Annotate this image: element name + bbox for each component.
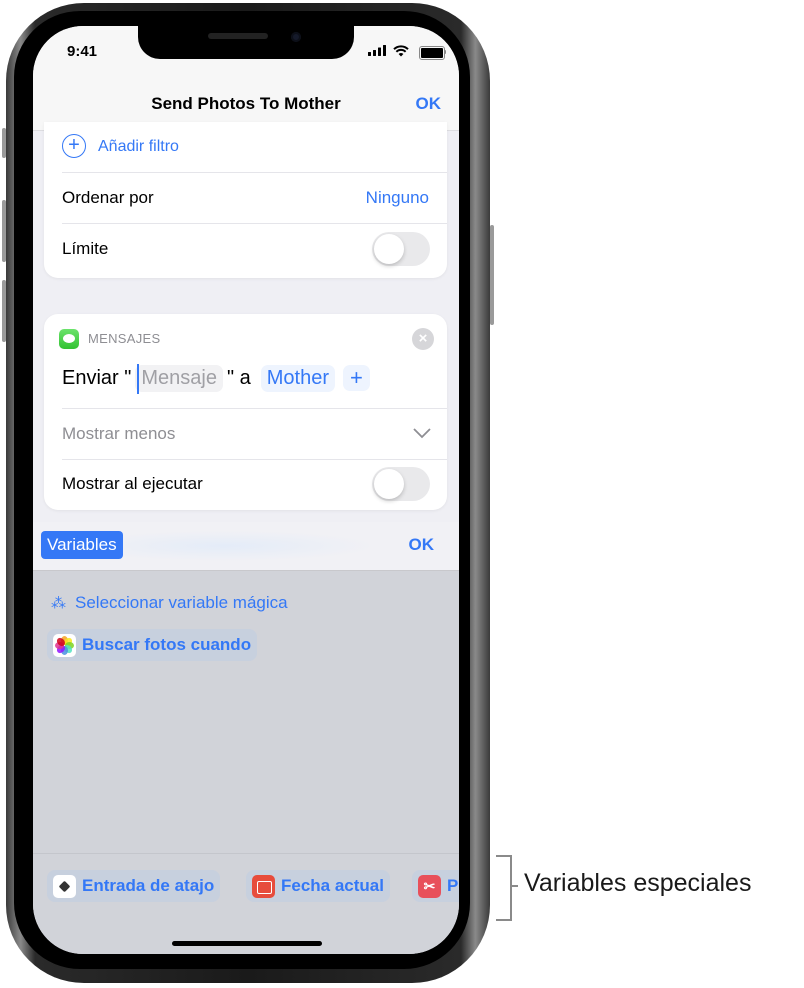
remove-action-button[interactable]: × [412, 328, 434, 350]
toggle-knob [374, 234, 404, 264]
limit-row: Límite [62, 224, 447, 274]
home-indicator [172, 941, 322, 946]
done-button[interactable]: OK [416, 94, 442, 114]
volume-up-button [2, 200, 6, 262]
message-field[interactable]: Mensaje [135, 363, 223, 394]
sort-by-label: Ordenar por [62, 188, 154, 207]
special-variable-label: Entrada de atajo [82, 876, 215, 895]
action-app-label: MENSAJES [88, 331, 161, 346]
cellular-signal-icon [368, 45, 386, 56]
send-message-card: MENSAJES × Enviar " Mensaje " a Mother +… [44, 314, 447, 510]
variables-panel: ⁂ Seleccionar variable mágica Buscar fot… [33, 571, 459, 954]
front-camera [291, 32, 301, 42]
speaker [208, 33, 268, 39]
suggested-variable-pill[interactable]: Buscar fotos cuando [47, 629, 258, 661]
calendar-icon [252, 874, 275, 898]
add-recipient-button[interactable]: + [343, 365, 370, 391]
add-filter-label: Añadir filtro [98, 138, 179, 155]
sort-by-value[interactable]: Ninguno [366, 188, 429, 208]
toggle-knob [374, 469, 404, 499]
text-cursor [137, 363, 140, 394]
magic-variable-label: Seleccionar variable mágica [75, 593, 288, 612]
variables-toolbar: Variables OK [33, 522, 459, 571]
special-variable-pill[interactable]: Entrada de atajo [47, 870, 221, 902]
scissors-icon: ✂ [418, 874, 441, 898]
panel-divider [33, 853, 459, 854]
sort-by-row[interactable]: Ordenar por Ninguno [62, 173, 447, 224]
limit-label: Límite [62, 239, 109, 258]
variables-button[interactable]: Variables [41, 531, 123, 559]
power-button [490, 225, 494, 325]
find-photos-card: + Añadir filtro Ordenar por Ninguno Lími… [44, 122, 447, 278]
recipient-token[interactable]: Mother [260, 364, 335, 392]
callout-bracket-tick [510, 885, 518, 887]
status-time: 9:41 [67, 43, 98, 60]
show-when-run-label: Mostrar al ejecutar [62, 474, 203, 493]
callout-label: Variables especiales [524, 869, 752, 897]
toolbar-ok-button[interactable]: OK [409, 535, 435, 555]
add-filter-row[interactable]: + Añadir filtro [62, 122, 447, 173]
suggested-variable-label: Buscar fotos cuando [82, 635, 252, 654]
photos-app-icon [53, 633, 76, 657]
message-placeholder: Mensaje [141, 366, 217, 389]
callout-bracket [496, 855, 512, 921]
phone-screen: 9:41 Send Photos To Mother OK + Añadir f… [33, 26, 459, 954]
special-variable-pill[interactable]: Fecha actual [246, 870, 390, 902]
magic-wand-icon: ⁂ [51, 595, 66, 612]
battery-icon [419, 46, 445, 60]
mute-switch [2, 128, 6, 158]
show-when-run-toggle[interactable] [372, 467, 430, 501]
notch [138, 26, 354, 59]
special-variable-label: P [447, 876, 459, 895]
shortcut-input-icon [53, 874, 76, 898]
volume-down-button [2, 280, 6, 342]
special-variable-label: Fecha actual [281, 876, 384, 895]
special-variable-pill[interactable]: ✂ P [412, 870, 459, 902]
add-filter-icon: + [62, 134, 86, 158]
select-magic-variable-button[interactable]: ⁂ Seleccionar variable mágica [51, 593, 288, 613]
show-when-run-row: Mostrar al ejecutar [62, 459, 447, 509]
sentence-prefix: Enviar " [62, 366, 132, 389]
messages-app-icon [59, 329, 79, 349]
chevron-down-icon [413, 428, 431, 439]
limit-toggle[interactable] [372, 232, 430, 266]
battery-nub [444, 50, 446, 54]
sentence-middle: " a [226, 366, 251, 389]
show-less-row[interactable]: Mostrar menos [62, 408, 447, 460]
show-less-label: Mostrar menos [62, 424, 176, 443]
shortcut-title: Send Photos To Mother [151, 94, 341, 113]
wifi-icon [393, 45, 409, 57]
action-sentence: Enviar " Mensaje " a Mother + [62, 360, 374, 396]
